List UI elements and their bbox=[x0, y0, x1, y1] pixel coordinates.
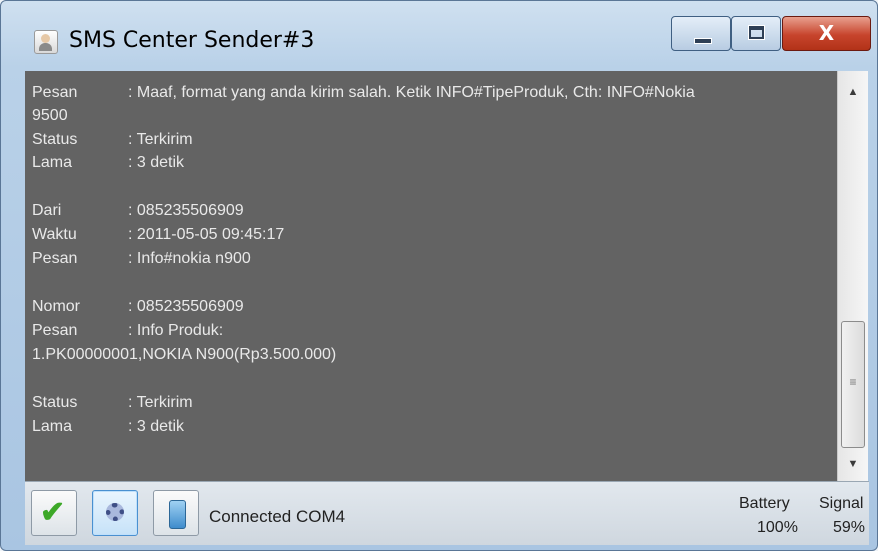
log-line: 1.PK00000001,NOKIA N900(Rp3.500.000) bbox=[32, 346, 337, 363]
settings-button[interactable] bbox=[92, 490, 138, 536]
connection-status: Connected COM4 bbox=[209, 507, 346, 526]
minimize-button[interactable] bbox=[671, 16, 731, 51]
log-line: Waktu: 2011-05-05 09:45:17 bbox=[32, 226, 285, 243]
phone-icon bbox=[169, 500, 186, 529]
title-bar[interactable]: SMS Center Sender#3 X bbox=[1, 1, 878, 71]
log-line: 9500 bbox=[32, 107, 68, 124]
log-line: Lama: 3 detik bbox=[32, 418, 185, 435]
app-window: SMS Center Sender#3 X Pesan: Maaf, forma… bbox=[0, 0, 878, 551]
log-line: Lama: 3 detik bbox=[32, 154, 185, 171]
log-line: Pesan: Info Produk: bbox=[32, 322, 224, 339]
check-icon: ✔ bbox=[40, 496, 66, 529]
signal-label: Signal bbox=[819, 495, 864, 512]
vertical-scrollbar[interactable]: ▲ ≡ ▼ bbox=[837, 71, 868, 481]
scroll-thumb[interactable]: ≡ bbox=[841, 321, 865, 448]
log-line: Status: Terkirim bbox=[32, 394, 193, 411]
scroll-down-icon[interactable]: ▼ bbox=[838, 451, 868, 477]
close-button[interactable]: X bbox=[782, 16, 871, 51]
window-title: SMS Center Sender#3 bbox=[69, 28, 315, 53]
app-icon bbox=[34, 30, 58, 54]
battery-value: 100% bbox=[757, 519, 798, 536]
scroll-up-icon[interactable]: ▲ bbox=[838, 79, 868, 105]
log-line: Status: Terkirim bbox=[32, 131, 193, 148]
message-log[interactable]: Pesan: Maaf, format yang anda kirim sala… bbox=[25, 71, 837, 481]
log-line: Pesan: Info#nokia n900 bbox=[32, 250, 251, 267]
log-line: Pesan: Maaf, format yang anda kirim sala… bbox=[32, 84, 695, 101]
signal-value: 59% bbox=[833, 519, 866, 536]
log-line: Nomor: 085235506909 bbox=[32, 298, 244, 315]
start-button[interactable]: ✔ bbox=[31, 490, 77, 536]
minimize-icon bbox=[694, 38, 712, 44]
log-line: Dari: 085235506909 bbox=[32, 202, 244, 219]
maximize-icon bbox=[749, 26, 764, 39]
close-icon: X bbox=[818, 21, 835, 45]
battery-label: Battery bbox=[739, 495, 790, 512]
gear-icon bbox=[106, 503, 124, 521]
phone-button[interactable] bbox=[153, 490, 199, 536]
status-bar: ✔ Connected COM4 Battery 100% Signal 59% bbox=[25, 481, 869, 545]
maximize-button[interactable] bbox=[731, 16, 781, 51]
